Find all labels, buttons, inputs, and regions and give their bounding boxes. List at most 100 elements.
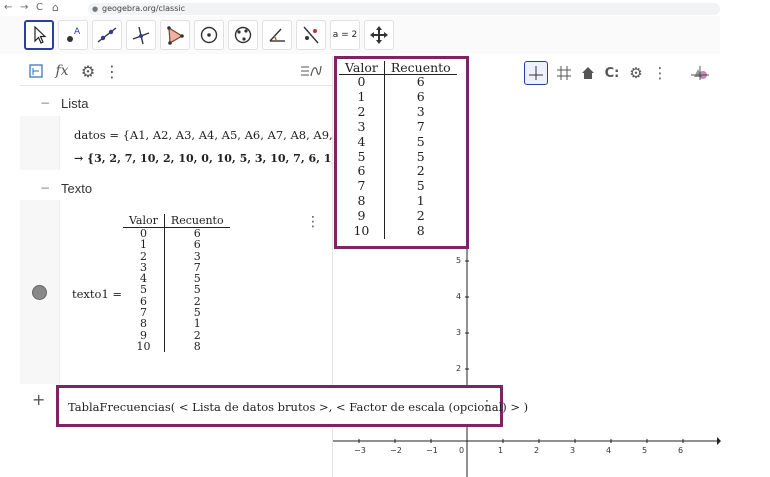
more-menu-icon[interactable]: ⋮	[102, 61, 122, 81]
input-command-text[interactable]: TablaFrecuencias( < Lista de datos bruto…	[68, 400, 528, 414]
point-tool-button[interactable]: A	[58, 20, 88, 50]
valor-cell: 1	[139, 238, 147, 252]
lock-icon: ●	[92, 5, 99, 13]
x-tick-label: −2	[390, 446, 402, 455]
table-header: Recuento	[383, 61, 457, 75]
settings-gear-icon[interactable]: ⚙	[78, 61, 98, 81]
graphics-style-icon[interactable]	[688, 61, 712, 85]
y-tick-label: 3	[456, 328, 462, 337]
recuento-cell: 3	[383, 104, 457, 120]
collapse-texto-icon[interactable]: −	[40, 181, 50, 195]
x-tick-label: 2	[534, 446, 540, 455]
reflect-tool-icon	[303, 26, 319, 44]
valor-cell: 10	[136, 339, 151, 353]
graphics-settings-gear-icon[interactable]: ⚙	[624, 61, 648, 85]
table-row: 75	[123, 307, 230, 318]
datos-definition[interactable]: datos = {A1, A2, A3, A4, A5, A6, A7, A8,…	[74, 128, 363, 142]
reload-icon[interactable]: C	[36, 2, 43, 14]
reflect-tool-button[interactable]	[296, 20, 326, 50]
line-tool-button[interactable]	[92, 20, 122, 50]
home-icon[interactable]: ⌂	[52, 2, 59, 14]
polygon-tool-button[interactable]	[160, 20, 190, 50]
move-tool-icon	[34, 25, 47, 44]
back-icon[interactable]: ←	[4, 2, 12, 14]
perpendicular-tool-button[interactable]	[126, 20, 156, 50]
circle-three-points-tool-icon	[234, 26, 252, 44]
axes-toggle-icon[interactable]	[524, 61, 548, 85]
table-row: 62	[339, 163, 457, 180]
collapse-lista-icon[interactable]: −	[40, 96, 50, 110]
table-row: 81	[339, 193, 457, 210]
valor-cell: 9	[357, 208, 366, 224]
graphics-header: C: ⚙ ⋮	[520, 58, 720, 86]
valor-cell: 10	[353, 223, 370, 239]
point-tool-icon: A	[67, 27, 81, 42]
move-view-tool-icon	[370, 26, 388, 44]
perpendicular-tool-icon	[132, 26, 150, 45]
valor-cell: 4	[357, 133, 366, 149]
highlighted-table-box: Valor Recuento 0 6 1 6 2 3 3 7 4 5 5 5 6 2 7 5 8 1 9 2 10 8	[334, 56, 469, 249]
valor-cell: 8	[357, 193, 366, 209]
recuento-cell: 8	[383, 223, 457, 239]
recuento-cell: 1	[163, 318, 230, 330]
slider-tool-button[interactable]: a = 2	[330, 20, 360, 50]
url-text: geogebra.org/classic	[102, 4, 186, 13]
move-view-tool-button[interactable]	[364, 20, 394, 50]
valor-cell: 7	[357, 178, 366, 194]
table-row: 06	[123, 227, 230, 240]
table-row: 06	[339, 74, 457, 90]
circle-tool-button[interactable]	[194, 20, 224, 50]
move-tool-button[interactable]	[24, 20, 54, 50]
point-tool-label: A	[74, 27, 81, 37]
forward-icon[interactable]: →	[20, 2, 28, 14]
valor-cell: 2	[357, 103, 366, 119]
address-bar[interactable]: ● geogebra.org/classic	[88, 3, 720, 15]
y-tick-label: 4	[456, 292, 462, 301]
table-row: 16	[339, 89, 457, 105]
table-row: 37	[339, 119, 457, 135]
tool-bar: A a = 2	[0, 16, 720, 54]
input-bar-box[interactable]: TablaFrecuencias( < Lista de datos bruto…	[56, 385, 528, 427]
y-tick-label: 5	[456, 256, 462, 265]
x-tick-label: 5	[642, 446, 648, 455]
recuento-cell: 5	[383, 178, 457, 195]
table-row: 75	[339, 178, 457, 195]
input-menu-icon[interactable]: ⋮	[480, 398, 494, 414]
x-tick-label: 0	[459, 446, 465, 455]
angle-tool-button[interactable]	[262, 20, 292, 50]
home-view-icon[interactable]	[576, 61, 600, 85]
valor-cell: 8	[139, 317, 147, 331]
recuento-cell: 7	[383, 119, 457, 135]
visibility-toggle-icon[interactable]	[32, 285, 47, 300]
graphics-more-menu-icon[interactable]: ⋮	[648, 61, 672, 85]
table-row: 55	[123, 284, 230, 296]
graphics-toggle-icon[interactable]	[298, 61, 324, 81]
x-tick-label: −3	[354, 446, 366, 455]
browser-bar: ← → C ⌂ ● geogebra.org/classic	[0, 0, 770, 16]
texto1-menu-icon[interactable]: ⋮	[306, 214, 320, 230]
table-row: 10 8	[339, 223, 457, 239]
angle-tool-icon	[269, 28, 285, 42]
x-tick-label: 3	[570, 446, 576, 455]
algebra-header: fx ⚙ ⋮	[20, 56, 332, 86]
function-icon[interactable]: fx	[52, 61, 72, 81]
table-row: 23	[123, 250, 230, 262]
recuento-cell: 2	[383, 208, 457, 225]
recuento-cell: 2	[383, 164, 457, 180]
table-row: 45	[339, 133, 457, 150]
texto1-table[interactable]: Valor Recuento 0 6 1 6 2 3 3 7 4 5 5 5 6 2 7 5 8 1 9 2 10 8	[123, 214, 230, 352]
grid-toggle-icon[interactable]	[552, 61, 576, 85]
table-header: Valor	[339, 61, 385, 75]
algebra-view: − Lista datos = {A1, A2, A3, A4, A5, A6,…	[20, 86, 381, 426]
slider-tool-icon: a = 2	[332, 30, 358, 40]
add-input-icon[interactable]: +	[32, 390, 45, 409]
circle-three-points-tool-button[interactable]	[228, 20, 258, 50]
table-row: 10 8	[123, 341, 230, 352]
algebra-view-icon[interactable]	[26, 61, 46, 81]
table-row: 37	[123, 262, 230, 273]
x-tick-label: 1	[498, 446, 504, 455]
valor-cell: 6	[357, 163, 366, 179]
table-row: 45	[123, 273, 230, 284]
style-bar-icon[interactable]: C:	[600, 61, 624, 85]
x-tick-label: 6	[678, 446, 684, 455]
